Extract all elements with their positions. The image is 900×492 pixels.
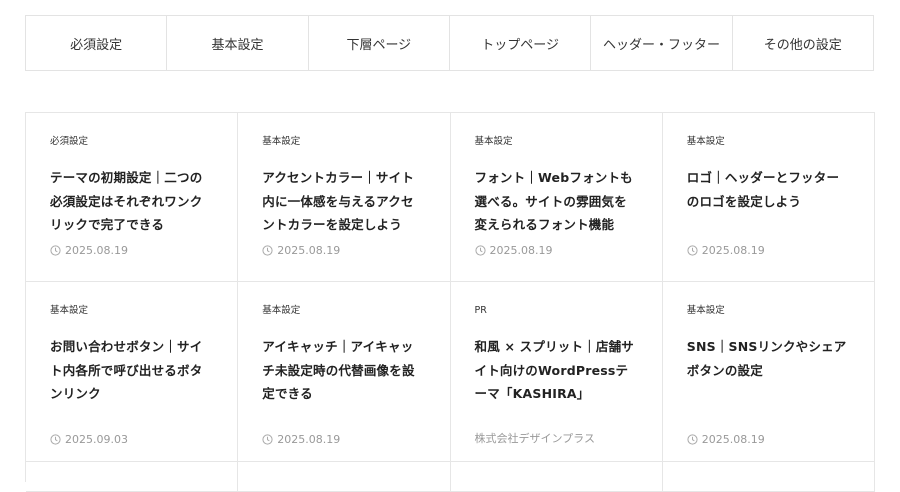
article-card[interactable]: 基本設定 お問い合わせボタン｜サイト内各所で呼び出せるボタンリンク 2025.0… bbox=[26, 282, 239, 462]
article-date-text: 2025.08.19 bbox=[701, 244, 765, 257]
article-date: 2025.08.19 bbox=[262, 244, 340, 257]
article-category: 基本設定 bbox=[262, 136, 301, 147]
clock-icon bbox=[474, 245, 486, 256]
article-date-text: 2025.08.19 bbox=[277, 433, 341, 446]
article-date: 2025.09.03 bbox=[50, 433, 128, 446]
tab-required-settings[interactable]: 必須設定 bbox=[26, 16, 168, 70]
article-date-text: 2025.08.19 bbox=[701, 433, 765, 446]
clock-icon bbox=[262, 245, 273, 256]
article-category: 基本設定 bbox=[686, 305, 725, 316]
clock-icon bbox=[687, 245, 698, 256]
article-card[interactable]: 基本設定 ロゴ｜ヘッダーとフッターのロゴを設定しよう 2025.08.19 bbox=[662, 113, 875, 282]
article-date-text: 2025.09.03 bbox=[65, 433, 128, 446]
article-date: 2025.08.19 bbox=[474, 244, 553, 257]
article-card-partial[interactable] bbox=[238, 462, 451, 492]
article-category: 必須設定 bbox=[50, 136, 89, 147]
pr-company: 株式会社デザインプラス bbox=[474, 432, 595, 445]
article-date: 2025.08.19 bbox=[687, 433, 765, 446]
pr-title[interactable]: 和風 × スプリット｜店舗サイト向けのWordPressテーマ「KASHIRA」 bbox=[475, 335, 638, 406]
clock-icon bbox=[50, 245, 61, 256]
pr-label: PR bbox=[474, 305, 487, 316]
article-title[interactable]: ロゴ｜ヘッダーとフッターのロゴを設定しよう bbox=[687, 166, 850, 213]
article-date-text: 2025.08.19 bbox=[489, 244, 553, 257]
article-title[interactable]: テーマの初期設定｜二つの必須設定はそれぞれワンクリックで完了できる bbox=[50, 166, 213, 237]
article-category: 基本設定 bbox=[50, 305, 89, 316]
clock-icon bbox=[50, 434, 61, 445]
article-title[interactable]: SNS｜SNSリンクやシェアボタンの設定 bbox=[687, 335, 850, 382]
article-category: 基本設定 bbox=[474, 136, 513, 147]
tab-basic-settings[interactable]: 基本設定 bbox=[167, 16, 309, 70]
article-card[interactable]: 必須設定 テーマの初期設定｜二つの必須設定はそれぞれワンクリックで完了できる 2… bbox=[26, 113, 239, 282]
article-card[interactable]: 基本設定 アクセントカラー｜サイト内に一体感を与えるアクセントカラーを設定しよう… bbox=[238, 113, 451, 282]
article-title[interactable]: お問い合わせボタン｜サイト内各所で呼び出せるボタンリンク bbox=[50, 335, 213, 406]
article-card[interactable]: 基本設定 SNS｜SNSリンクやシェアボタンの設定 2025.08.19 bbox=[662, 282, 875, 462]
tab-header-footer[interactable]: ヘッダー・フッター bbox=[591, 16, 733, 70]
article-date-text: 2025.08.19 bbox=[277, 244, 341, 257]
article-category: 基本設定 bbox=[262, 305, 301, 316]
clock-icon bbox=[687, 434, 698, 445]
article-card-partial[interactable] bbox=[26, 462, 239, 492]
article-card-partial[interactable] bbox=[450, 462, 663, 492]
article-date: 2025.08.19 bbox=[687, 244, 765, 257]
pr-card[interactable]: PR 和風 × スプリット｜店舗サイト向けのWordPressテーマ「KASHI… bbox=[450, 282, 663, 462]
article-category: 基本設定 bbox=[686, 136, 725, 147]
article-date: 2025.08.19 bbox=[50, 244, 128, 257]
tab-sub-pages[interactable]: 下層ページ bbox=[309, 16, 450, 70]
clock-icon bbox=[262, 434, 273, 445]
tab-other-settings[interactable]: その他の設定 bbox=[733, 16, 873, 70]
article-title[interactable]: アイキャッチ｜アイキャッチ未設定時の代替画像を設定できる bbox=[262, 335, 425, 406]
article-date-text: 2025.08.19 bbox=[65, 244, 128, 257]
category-tabs: 必須設定 基本設定 下層ページ トップページ ヘッダー・フッター その他の設定 bbox=[25, 15, 874, 71]
tab-top-page[interactable]: トップページ bbox=[450, 16, 592, 70]
article-date: 2025.08.19 bbox=[262, 433, 340, 446]
article-card[interactable]: 基本設定 フォント｜Webフォントも選べる。サイトの雰囲気を変えられるフォント機… bbox=[450, 113, 663, 282]
article-title[interactable]: フォント｜Webフォントも選べる。サイトの雰囲気を変えられるフォント機能 bbox=[475, 166, 638, 237]
article-card-partial[interactable] bbox=[662, 462, 875, 492]
article-title[interactable]: アクセントカラー｜サイト内に一体感を与えるアクセントカラーを設定しよう bbox=[262, 166, 425, 237]
article-grid: 必須設定 テーマの初期設定｜二つの必須設定はそれぞれワンクリックで完了できる 2… bbox=[25, 112, 875, 492]
article-card[interactable]: 基本設定 アイキャッチ｜アイキャッチ未設定時の代替画像を設定できる 2025.0… bbox=[238, 282, 451, 462]
